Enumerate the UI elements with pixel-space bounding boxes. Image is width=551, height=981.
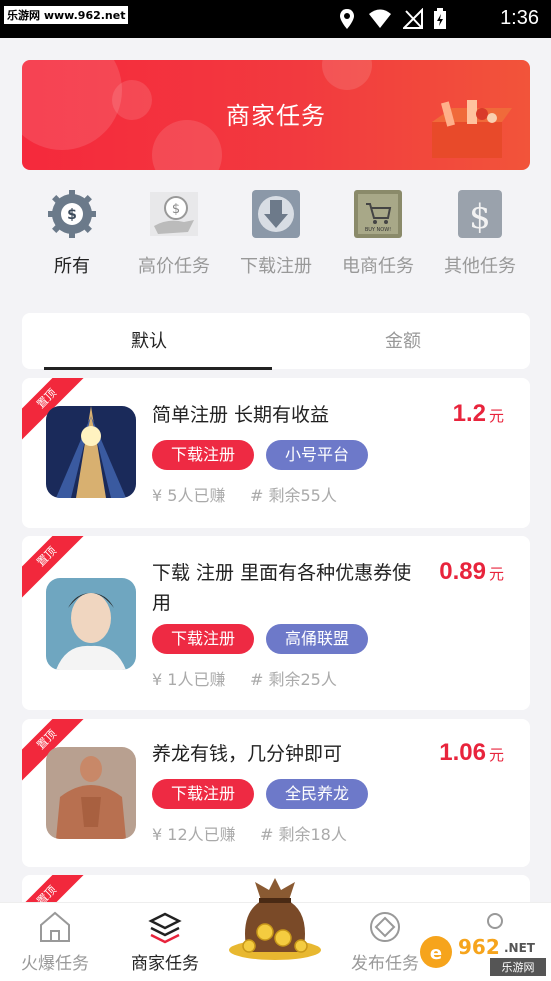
task-thumbnail bbox=[46, 578, 136, 670]
tab-indicator bbox=[44, 367, 272, 370]
tab-default[interactable]: 默认 bbox=[22, 327, 276, 353]
site-watermark: e 962 .NET 乐游网 bbox=[420, 935, 546, 976]
publish-icon bbox=[370, 912, 400, 942]
cart-icon: BUY NOW! bbox=[354, 190, 402, 238]
dollar-hand-icon: $ bbox=[150, 192, 198, 236]
task-card[interactable]: 置顶 简单注册 长期有收益 1.2 元 下载注册 小号平台 ¥ 5人已赚 # 剩余… bbox=[22, 378, 530, 528]
category-label: 高价任务 bbox=[138, 256, 210, 277]
category-label: 所有 bbox=[54, 256, 90, 277]
category-bar: $ 所有 $ 高价任务 下载注册 BUY NOW! 电商任务 $ 其他任务 bbox=[22, 188, 530, 288]
svg-text:.NET: .NET bbox=[504, 941, 536, 955]
category-high-price[interactable]: $ 高价任务 bbox=[124, 188, 224, 278]
earned-count: ¥ 1人已赚 bbox=[152, 670, 226, 689]
svg-text:$: $ bbox=[67, 207, 77, 223]
tag-category: 下载注册 bbox=[152, 779, 254, 809]
nav-label: 商家任务 bbox=[131, 954, 199, 974]
signal-icon bbox=[403, 8, 423, 29]
location-icon bbox=[340, 9, 354, 29]
tag-platform: 小号平台 bbox=[266, 440, 368, 470]
tag-category: 下载注册 bbox=[152, 624, 254, 654]
home-icon bbox=[40, 911, 70, 942]
earned-count: ¥ 12人已赚 bbox=[152, 825, 236, 844]
watermark-label: 乐游网 www.962.net bbox=[4, 6, 129, 24]
tag-category: 下载注册 bbox=[152, 440, 254, 470]
remaining-count: # 剩余18人 bbox=[260, 825, 347, 844]
download-icon bbox=[252, 190, 300, 238]
category-label: 下载注册 bbox=[240, 256, 312, 277]
money-bag-icon[interactable] bbox=[225, 872, 325, 962]
svg-text:962: 962 bbox=[458, 935, 500, 959]
sort-tabs: 默认 金额 bbox=[22, 313, 530, 370]
category-download-register[interactable]: 下载注册 bbox=[226, 188, 326, 278]
nav-merchant-tasks[interactable]: 商家任务 bbox=[110, 909, 220, 974]
status-bar: 乐游网 www.962.net 1:36 bbox=[0, 0, 551, 38]
task-title: 简单注册 长期有收益 bbox=[152, 404, 330, 426]
task-price: 0.89 元 bbox=[439, 558, 504, 585]
tag-platform: 高俑联盟 bbox=[266, 624, 368, 654]
tag-platform: 全民养龙 bbox=[266, 779, 368, 809]
category-label: 电商任务 bbox=[342, 256, 414, 277]
category-other[interactable]: $ 其他任务 bbox=[430, 188, 530, 278]
task-card[interactable]: 置顶 下载 注册 里面有各种优惠券使 用 0.89 元 下载注册 高俑联盟 ¥ 1… bbox=[22, 536, 530, 710]
task-thumbnail bbox=[46, 406, 136, 498]
task-title: 养龙有钱，几分钟即可 bbox=[152, 743, 343, 765]
svg-text:BUY NOW!: BUY NOW! bbox=[365, 227, 391, 233]
task-thumbnail bbox=[46, 747, 136, 839]
clock: 1:36 bbox=[500, 7, 539, 29]
task-title: 下载 注册 里面有各种优惠券使 用 bbox=[152, 562, 412, 614]
layers-icon bbox=[148, 912, 182, 944]
nav-hot-tasks[interactable]: 火爆任务 bbox=[0, 909, 110, 974]
task-card[interactable]: 置顶 养龙有钱，几分钟即可 1.06 元 下载注册 全民养龙 ¥ 12人已赚 # … bbox=[22, 719, 530, 867]
dollar-icon: $ bbox=[458, 190, 502, 238]
gift-box-icon bbox=[432, 100, 512, 158]
battery-icon bbox=[434, 8, 446, 29]
svg-text:$: $ bbox=[469, 197, 491, 237]
category-ecommerce[interactable]: BUY NOW! 电商任务 bbox=[328, 188, 428, 278]
nav-label: 火爆任务 bbox=[21, 954, 89, 974]
tab-amount[interactable]: 金额 bbox=[276, 327, 530, 353]
svg-text:e: e bbox=[430, 943, 442, 964]
task-price: 1.2 元 bbox=[452, 400, 504, 427]
task-price: 1.06 元 bbox=[439, 739, 504, 766]
earned-count: ¥ 5人已赚 bbox=[152, 486, 226, 505]
svg-text:乐游网: 乐游网 bbox=[502, 961, 535, 974]
gear-icon: $ bbox=[48, 190, 96, 238]
svg-text:$: $ bbox=[172, 202, 180, 217]
category-label: 其他任务 bbox=[444, 256, 516, 277]
category-all[interactable]: $ 所有 bbox=[22, 188, 122, 278]
merchant-banner[interactable]: 商家任务 bbox=[22, 60, 530, 170]
status-icons bbox=[337, 8, 447, 30]
remaining-count: # 剩余25人 bbox=[250, 670, 337, 689]
remaining-count: # 剩余55人 bbox=[250, 486, 337, 505]
wifi-icon bbox=[369, 9, 391, 28]
